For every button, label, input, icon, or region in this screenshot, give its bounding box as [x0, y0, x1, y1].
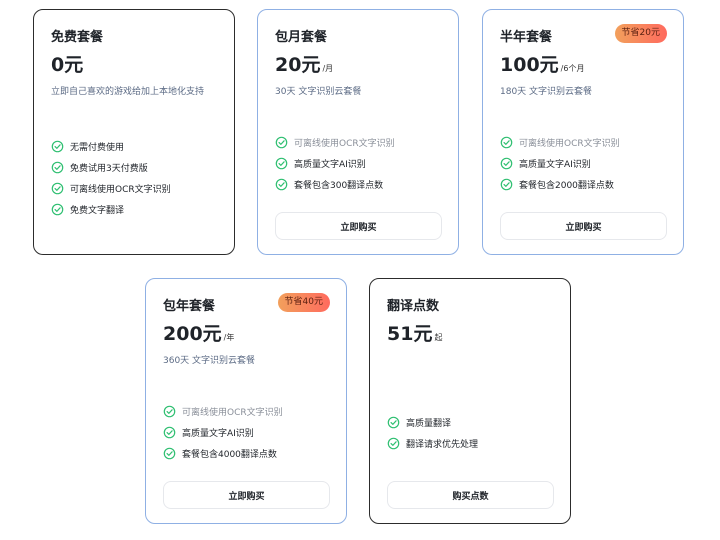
- plan-description: 180天 文字识别云套餐: [500, 87, 593, 97]
- plan-price: 20元/月: [275, 50, 333, 77]
- plan-price: 51元起: [387, 319, 442, 346]
- plan-description: 30天 文字识别云套餐: [275, 87, 362, 97]
- feature-item: 无需付费使用: [51, 136, 171, 157]
- feature-item: 可离线使用OCR文字识别: [500, 132, 620, 153]
- plan-title: 免费套餐: [51, 30, 104, 45]
- price-unit: /年: [223, 333, 235, 342]
- buy-points-button[interactable]: 购买点数: [387, 481, 554, 509]
- feature-list: 可离线使用OCR文字识别 高质量文字AI识别 套餐包含2000翻译点数: [500, 132, 620, 195]
- feature-item: 可离线使用OCR文字识别: [163, 401, 283, 422]
- check-circle-icon: [51, 140, 64, 153]
- feature-label: 可离线使用OCR文字识别: [519, 139, 620, 149]
- feature-item: 高质量文字AI识别: [275, 153, 395, 174]
- price-amount: 100元: [500, 54, 559, 76]
- feature-label: 高质量文字AI识别: [182, 429, 254, 439]
- plan-card-translation-points: 翻译点数 51元起 高质量翻译 翻译请求优先处理 购买点数: [369, 278, 571, 524]
- check-circle-icon: [500, 136, 513, 149]
- feature-label: 翻译请求优先处理: [406, 440, 479, 450]
- feature-label: 高质量翻译: [406, 419, 452, 429]
- check-circle-icon: [51, 182, 64, 195]
- feature-label: 套餐包含4000翻译点数: [182, 450, 277, 460]
- feature-item: 高质量文字AI识别: [163, 422, 283, 443]
- plan-title: 翻译点数: [387, 299, 440, 314]
- check-circle-icon: [275, 136, 288, 149]
- buy-now-button[interactable]: 立即购买: [500, 212, 667, 240]
- feature-list: 可离线使用OCR文字识别 高质量文字AI识别 套餐包含4000翻译点数: [163, 401, 283, 464]
- feature-label: 高质量文字AI识别: [519, 160, 591, 170]
- feature-label: 免费文字翻译: [70, 206, 125, 216]
- check-circle-icon: [500, 178, 513, 191]
- plan-description: 立即自己喜欢的游戏给加上本地化支持: [51, 87, 205, 97]
- feature-item: 翻译请求优先处理: [387, 433, 478, 454]
- feature-label: 套餐包含300翻译点数: [294, 181, 384, 191]
- feature-item: 可离线使用OCR文字识别: [51, 178, 171, 199]
- feature-item: 套餐包含300翻译点数: [275, 174, 395, 195]
- feature-label: 可离线使用OCR文字识别: [70, 185, 171, 195]
- feature-label: 套餐包含2000翻译点数: [519, 181, 614, 191]
- plan-card-monthly: 包月套餐 20元/月 30天 文字识别云套餐 可离线使用OCR文字识别 高质量文…: [257, 9, 459, 255]
- check-circle-icon: [163, 447, 176, 460]
- plan-card-yearly: 包年套餐 节省40元 200元/年 360天 文字识别云套餐 可离线使用OCR文…: [145, 278, 347, 524]
- feature-list: 可离线使用OCR文字识别 高质量文字AI识别 套餐包含300翻译点数: [275, 132, 395, 195]
- check-circle-icon: [275, 178, 288, 191]
- feature-label: 可离线使用OCR文字识别: [294, 139, 395, 149]
- feature-label: 可离线使用OCR文字识别: [182, 408, 283, 418]
- plan-title: 包月套餐: [275, 30, 328, 45]
- feature-item: 免费文字翻译: [51, 199, 171, 220]
- feature-label: 高质量文字AI识别: [294, 160, 366, 170]
- feature-item: 免费试用3天付费版: [51, 157, 171, 178]
- feature-item: 高质量翻译: [387, 412, 478, 433]
- price-unit: /6个月: [560, 64, 585, 73]
- check-circle-icon: [275, 157, 288, 170]
- price-amount: 51元: [387, 323, 433, 345]
- feature-item: 可离线使用OCR文字识别: [275, 132, 395, 153]
- price-amount: 20元: [275, 54, 321, 76]
- feature-list: 高质量翻译 翻译请求优先处理: [387, 412, 478, 454]
- feature-label: 无需付费使用: [70, 143, 125, 153]
- check-circle-icon: [387, 416, 400, 429]
- plan-card-free: 免费套餐 0元 立即自己喜欢的游戏给加上本地化支持 无需付费使用 免费试用3天付…: [33, 9, 235, 255]
- price-amount: 0元: [51, 54, 84, 76]
- plan-title: 包年套餐: [163, 299, 216, 314]
- check-circle-icon: [51, 161, 64, 174]
- check-circle-icon: [163, 405, 176, 418]
- check-circle-icon: [51, 203, 64, 216]
- plan-price: 0元: [51, 50, 83, 77]
- check-circle-icon: [500, 157, 513, 170]
- buy-now-button[interactable]: 立即购买: [163, 481, 330, 509]
- plan-card-half-year: 半年套餐 节省20元 100元/6个月 180天 文字识别云套餐 可离线使用OC…: [482, 9, 684, 255]
- buy-now-button[interactable]: 立即购买: [275, 212, 442, 240]
- feature-item: 高质量文字AI识别: [500, 153, 620, 174]
- check-circle-icon: [387, 437, 400, 450]
- feature-label: 免费试用3天付费版: [70, 164, 148, 174]
- plan-price: 100元/6个月: [500, 50, 584, 77]
- price-unit: 起: [434, 333, 443, 342]
- savings-badge: 节省40元: [277, 293, 330, 312]
- feature-list: 无需付费使用 免费试用3天付费版 可离线使用OCR文字识别 免费文字翻译: [51, 136, 171, 220]
- plan-title: 半年套餐: [500, 30, 553, 45]
- feature-item: 套餐包含2000翻译点数: [500, 174, 620, 195]
- feature-item: 套餐包含4000翻译点数: [163, 443, 283, 464]
- price-amount: 200元: [163, 323, 222, 345]
- savings-badge: 节省20元: [614, 24, 667, 43]
- plan-price: 200元/年: [163, 319, 234, 346]
- plan-description: 360天 文字识别云套餐: [163, 356, 256, 366]
- price-unit: /月: [322, 64, 334, 73]
- check-circle-icon: [163, 426, 176, 439]
